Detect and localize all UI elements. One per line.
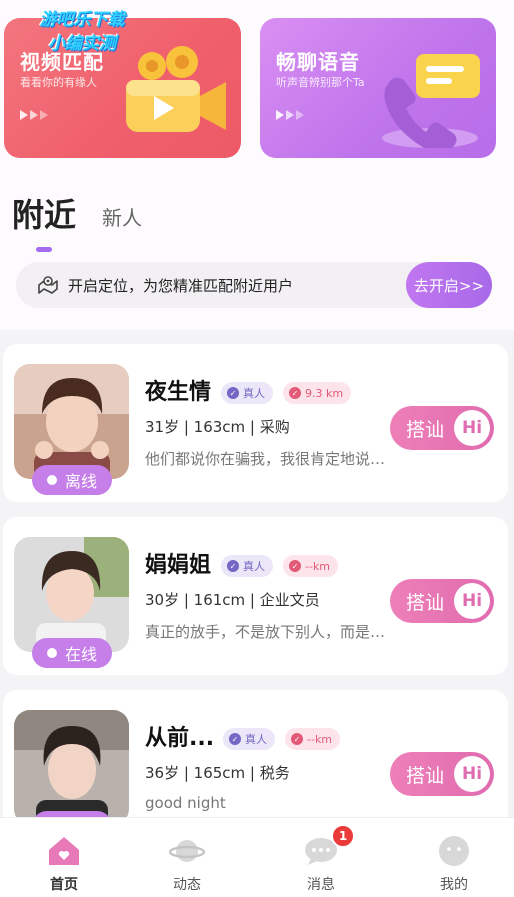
verified-label: 真人 bbox=[245, 733, 267, 746]
location-prompt-text: 开启定位，为您精准匹配附近用户 bbox=[68, 277, 294, 295]
distance-label: 9.3 km bbox=[305, 386, 344, 400]
verified-label: 真人 bbox=[243, 560, 265, 573]
greet-label: 搭讪 bbox=[406, 764, 445, 787]
verified-label: 真人 bbox=[243, 387, 265, 400]
location-check-icon: ✓ bbox=[291, 733, 303, 745]
tab-messages-label: 消息 bbox=[307, 877, 335, 893]
phone-message-icon bbox=[382, 54, 480, 148]
tab-profile-label: 我的 bbox=[440, 877, 468, 893]
distance-badge: ✓ --km bbox=[285, 728, 341, 750]
enable-location-button[interactable]: 去开启>> bbox=[406, 262, 492, 308]
unread-count-badge: 1 bbox=[331, 824, 355, 848]
video-banner-subtitle: 看看你的有缘人 bbox=[20, 76, 97, 89]
verified-badge: ✓ 真人 bbox=[221, 555, 273, 577]
tab-moments[interactable]: 动态 bbox=[123, 818, 251, 897]
greet-button[interactable]: 搭讪 Hi bbox=[390, 752, 494, 796]
greet-label: 搭讪 bbox=[406, 418, 445, 441]
greet-button[interactable]: 搭讪 Hi bbox=[390, 579, 494, 623]
hi-icon: Hi bbox=[454, 583, 490, 619]
home-icon bbox=[49, 837, 79, 865]
status-label: 离线 bbox=[64, 472, 97, 491]
user-bio: good night bbox=[145, 794, 226, 812]
user-name: 娟娟姐 bbox=[145, 553, 212, 578]
tab-new-users[interactable]: 新人 bbox=[102, 202, 142, 236]
video-camera-icon bbox=[126, 46, 226, 132]
verified-check-icon: ✓ bbox=[227, 387, 239, 399]
distance-badge: ✓ --km bbox=[283, 555, 339, 577]
status-dot-icon bbox=[46, 648, 57, 658]
voice-banner-title: 畅聊语音 bbox=[276, 50, 360, 74]
planet-icon bbox=[169, 840, 205, 862]
verified-badge: ✓ 真人 bbox=[223, 728, 275, 750]
verified-badge: ✓ 真人 bbox=[221, 382, 273, 404]
user-bio: 真正的放手，不是放下别人，而是放过自己 bbox=[145, 623, 395, 641]
user-bio: 他们都说你在骗我，我很肯定地说不是 bbox=[145, 450, 395, 468]
verified-check-icon: ✓ bbox=[227, 560, 239, 572]
play-arrows-icon bbox=[276, 110, 304, 120]
tab-profile[interactable]: 我的 bbox=[390, 818, 514, 897]
voice-banner-subtitle: 听声音辨别那个Ta bbox=[276, 76, 365, 89]
status-badge: 在线 bbox=[32, 638, 112, 668]
location-check-icon: ✓ bbox=[289, 560, 301, 572]
tab-nearby[interactable]: 附近 bbox=[12, 190, 76, 252]
hi-icon: Hi bbox=[454, 756, 490, 792]
voice-chat-banner[interactable]: 畅聊语音 听声音辨别那个Ta bbox=[260, 18, 496, 158]
user-name: 夜生情 bbox=[145, 380, 212, 405]
profile-icon bbox=[439, 836, 469, 866]
tab-home[interactable]: 首页 bbox=[0, 818, 128, 897]
user-info: 30岁 | 161cm | 企业文员 bbox=[145, 591, 320, 609]
user-card[interactable]: 离线 夜生情 ✓ 真人 ✓ 9.3 km 31岁 | 163cm | 采购 他们… bbox=[3, 344, 508, 502]
user-card[interactable]: 在线 娟娟姐 ✓ 真人 ✓ --km 30岁 | 161cm | 企业文员 真正… bbox=[3, 517, 508, 675]
user-name: 从前... bbox=[145, 726, 215, 751]
user-info: 36岁 | 165cm | 税务 bbox=[145, 764, 290, 782]
map-pin-icon bbox=[38, 276, 58, 294]
watermark-line-1: 游吧乐下载 bbox=[39, 10, 125, 30]
location-check-icon: ✓ bbox=[289, 387, 301, 399]
verified-check-icon: ✓ bbox=[229, 733, 241, 745]
distance-label: --km bbox=[307, 732, 333, 746]
watermark-line-2: 小编实测 bbox=[48, 34, 116, 54]
user-info: 31岁 | 163cm | 采购 bbox=[145, 418, 290, 436]
location-prompt-bar: 开启定位，为您精准匹配附近用户 去开启>> bbox=[16, 262, 492, 308]
avatar[interactable] bbox=[14, 710, 129, 825]
status-label: 在线 bbox=[64, 645, 97, 664]
avatar[interactable] bbox=[14, 364, 129, 479]
tab-home-label: 首页 bbox=[50, 877, 78, 893]
status-dot-icon bbox=[46, 475, 57, 485]
hi-icon: Hi bbox=[454, 410, 490, 446]
greet-button[interactable]: 搭讪 Hi bbox=[390, 406, 494, 450]
distance-badge: ✓ 9.3 km bbox=[283, 382, 352, 404]
avatar[interactable] bbox=[14, 537, 129, 652]
distance-label: --km bbox=[305, 559, 331, 573]
feed-tabs: 附近 新人 bbox=[12, 190, 142, 252]
status-badge: 离线 bbox=[32, 465, 112, 495]
greet-label: 搭讪 bbox=[406, 591, 445, 614]
bottom-tab-bar: 首页 动态 1 消息 我的 bbox=[0, 817, 514, 897]
watermark-overlay: 游吧乐下载 小编实测 bbox=[14, 8, 150, 56]
play-arrows-icon bbox=[20, 110, 48, 120]
tab-messages[interactable]: 1 消息 bbox=[257, 818, 385, 897]
tab-moments-label: 动态 bbox=[173, 877, 201, 893]
